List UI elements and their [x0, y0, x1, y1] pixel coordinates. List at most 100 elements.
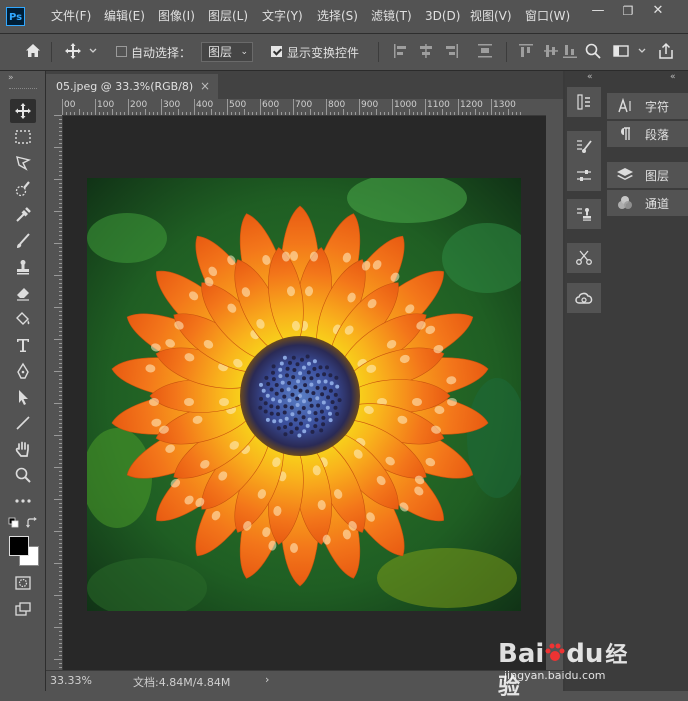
minimize-button[interactable]: —: [583, 0, 613, 22]
horizontal-ruler[interactable]: 00 100 200 300 400 500 600 700 800 900 1000 1100 120…: [62, 99, 546, 116]
menu-window[interactable]: 窗口(W): [525, 0, 570, 33]
align-vertical-center-icon[interactable]: [542, 42, 560, 60]
stamp-tool[interactable]: [10, 255, 36, 279]
vertical-ruler[interactable]: [46, 115, 63, 670]
ruler-tick: [173, 112, 175, 115]
maximize-button[interactable]: ❐: [613, 0, 643, 22]
photoshop-logo-icon[interactable]: Ps: [6, 7, 25, 26]
ruler-tick: [59, 583, 62, 584]
history-panel-button[interactable]: [567, 87, 601, 117]
close-tab-icon[interactable]: ×: [200, 74, 210, 99]
tools-panel: »: [0, 71, 46, 691]
collapse-arrows-icon[interactable]: «: [670, 72, 676, 82]
distribute-vertical-icon[interactable]: [476, 42, 494, 60]
swap-colors-icon[interactable]: [26, 517, 38, 529]
ruler-tick: [59, 587, 62, 588]
document-image[interactable]: [87, 178, 521, 611]
menu-image[interactable]: 图像(I): [158, 0, 195, 33]
path-select-tool[interactable]: [10, 385, 36, 409]
menu-view[interactable]: 视图(V): [470, 0, 512, 33]
brush-tool[interactable]: [10, 229, 36, 253]
document-tab[interactable]: 05.jpeg @ 33.3%(RGB/8) ×: [46, 74, 218, 99]
pen-tool[interactable]: [10, 359, 36, 383]
align-left-icon[interactable]: [392, 42, 410, 60]
auto-select-checkbox[interactable]: [116, 46, 127, 57]
menu-layer[interactable]: 图层(L): [208, 0, 248, 33]
ruler-tick: [309, 109, 311, 115]
status-menu-arrow-icon[interactable]: ›: [265, 673, 269, 686]
menu-file[interactable]: 文件(F): [51, 0, 91, 33]
panel-channels[interactable]: 通道: [607, 190, 688, 216]
type-tool[interactable]: [10, 333, 36, 357]
foreground-color-swatch[interactable]: [9, 536, 29, 556]
move-tool-icon[interactable]: [64, 42, 82, 60]
quick-mask-button[interactable]: [10, 571, 36, 595]
collapse-arrows-icon[interactable]: «: [587, 72, 593, 82]
clone-source-button[interactable]: [567, 199, 601, 229]
ruler-tick: [59, 235, 62, 236]
hand-tool[interactable]: [10, 437, 36, 461]
lasso-tool[interactable]: [10, 151, 36, 175]
line-tool[interactable]: [10, 411, 36, 435]
zoom-level[interactable]: 33.33%: [50, 674, 92, 687]
share-icon[interactable]: [657, 42, 675, 60]
menu-type[interactable]: 文字(Y): [262, 0, 303, 33]
ruler-tick: [59, 159, 62, 160]
ruler-tick: [59, 323, 62, 324]
ruler-tick: [379, 112, 381, 115]
show-transform-checkbox[interactable]: [271, 46, 282, 57]
eyedropper-icon: [16, 207, 31, 222]
ruler-tick: [66, 112, 68, 115]
workspace-icon[interactable]: [612, 42, 630, 60]
grip-handle[interactable]: [9, 88, 37, 91]
close-window-button[interactable]: ✕: [643, 0, 673, 22]
libraries-button[interactable]: [567, 283, 601, 313]
screen-mode-button[interactable]: [10, 597, 36, 621]
panel-paragraph[interactable]: 段落: [607, 121, 688, 147]
move-tool[interactable]: [10, 99, 36, 123]
adjustments-button[interactable]: [567, 161, 601, 191]
ruler-tick: [350, 112, 352, 115]
brush-settings-button[interactable]: [567, 131, 601, 161]
align-horizontal-center-icon[interactable]: [417, 42, 435, 60]
default-colors-icon[interactable]: [8, 517, 20, 529]
quick-select-tool[interactable]: [10, 177, 36, 201]
ruler-tick: [511, 112, 513, 115]
menu-edit[interactable]: 编辑(E): [104, 0, 145, 33]
align-right-icon[interactable]: [442, 42, 460, 60]
ruler-tick: [128, 99, 129, 115]
ruler-tick: [59, 367, 62, 368]
menu-filter[interactable]: 滤镜(T): [371, 0, 412, 33]
ruler-tick: [59, 351, 62, 352]
watermark-brand-suffix: du: [566, 639, 604, 669]
ruler-tick: [268, 112, 270, 115]
collapse-arrows-icon[interactable]: »: [8, 73, 14, 83]
menu-select[interactable]: 选择(S): [317, 0, 358, 33]
ruler-tick: [59, 319, 62, 320]
paint-bucket-icon: [16, 312, 30, 325]
ruler-tick: [305, 112, 307, 115]
eraser-tool[interactable]: [10, 281, 36, 305]
menu-3d[interactable]: 3D(D): [425, 0, 460, 33]
eyedropper-tool[interactable]: [10, 203, 36, 227]
align-top-icon[interactable]: [517, 42, 535, 60]
chevron-down-icon[interactable]: [88, 42, 98, 60]
disc-floret: [271, 370, 275, 375]
tool-presets-button[interactable]: [567, 243, 601, 273]
paint-bucket-tool[interactable]: [10, 307, 36, 331]
disc-floret: [289, 430, 294, 435]
ruler-origin[interactable]: [46, 99, 62, 115]
marquee-tool[interactable]: [10, 125, 36, 149]
zoom-tool[interactable]: [10, 463, 36, 487]
more-tools[interactable]: [10, 489, 36, 513]
auto-select-target-dropdown[interactable]: 图层 ⌄: [201, 42, 253, 62]
screen-mode-icon: [15, 602, 31, 616]
home-icon[interactable]: [24, 42, 42, 60]
panel-layers[interactable]: 图层: [607, 162, 688, 188]
align-bottom-icon[interactable]: [561, 42, 579, 60]
search-icon[interactable]: [584, 42, 602, 60]
chevron-down-icon[interactable]: [637, 42, 647, 60]
ruler-tick: [458, 99, 459, 115]
panel-character[interactable]: 字符: [607, 93, 688, 119]
disc-floret: [310, 429, 315, 434]
